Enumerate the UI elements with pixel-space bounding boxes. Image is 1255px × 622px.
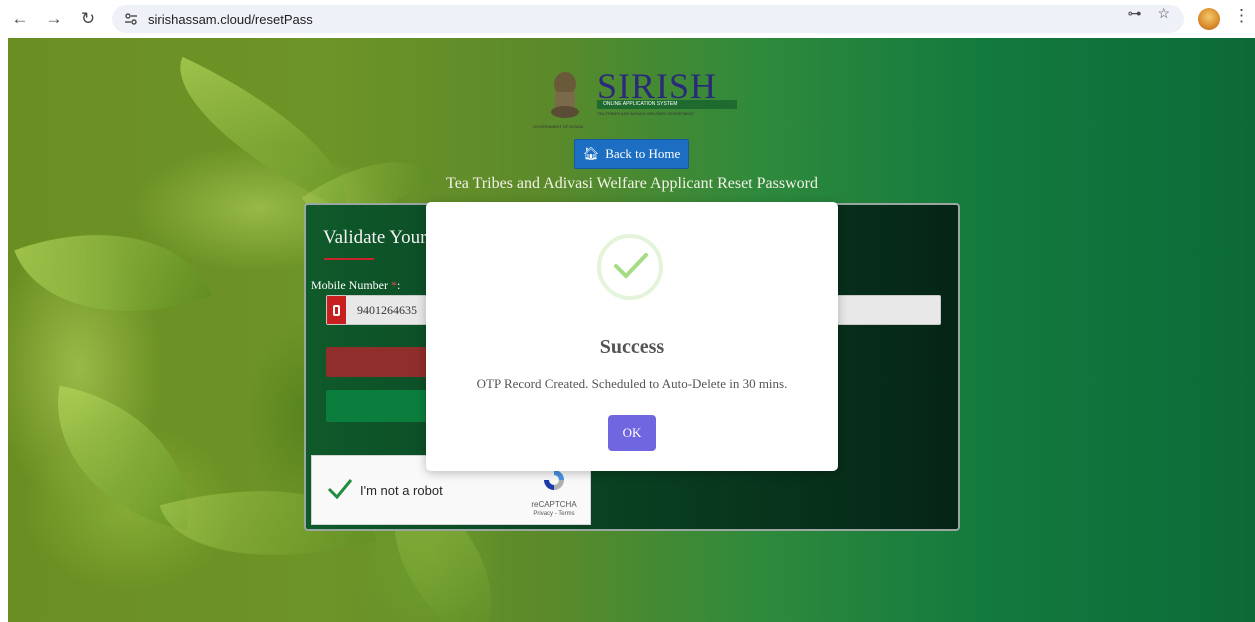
home-icon: 🏠︎ — [582, 146, 600, 161]
address-bar[interactable]: sirishassam.cloud/resetPass — [112, 5, 1184, 33]
dialog-title: Success — [599, 336, 665, 358]
success-check-icon — [597, 234, 663, 300]
recaptcha-brand: reCAPTCHA — [531, 500, 577, 509]
profile-avatar[interactable] — [1198, 8, 1220, 30]
more-menu-icon[interactable]: ⋮ — [1233, 6, 1250, 26]
phone-icon — [327, 296, 346, 324]
bookmark-star-icon[interactable]: ☆ — [1157, 5, 1170, 22]
site-info-icon[interactable] — [122, 10, 140, 28]
back-arrow-icon[interactable]: ← — [8, 7, 32, 31]
logo-department: TEA TRIBES AND ADIVASI WELFARE DEPARTMEN… — [597, 111, 695, 116]
ok-button[interactable]: OK — [608, 415, 656, 451]
browser-toolbar: ← → ↻ sirishassam.cloud/resetPass ⊶ ☆ ⋮ — [0, 0, 1255, 38]
forward-arrow-icon[interactable]: → — [42, 7, 66, 31]
mobile-label-text: Mobile Number — [311, 278, 388, 292]
logo-subtitle: ONLINE APPLICATION SYSTEM — [597, 100, 737, 109]
back-to-home-label: Back to Home — [605, 146, 681, 161]
national-emblem-icon — [551, 72, 579, 118]
dialog-message: OTP Record Created. Scheduled to Auto-De… — [476, 376, 788, 391]
logo-title: SIRISH — [597, 66, 718, 106]
card-title: Validate Your — [323, 227, 427, 248]
mobile-label-colon: : — [397, 278, 401, 292]
recaptcha-logo-icon — [544, 470, 564, 490]
title-underline — [324, 258, 374, 260]
success-dialog: Success OTP Record Created. Scheduled to… — [426, 202, 838, 471]
mobile-number-label: Mobile Number *: — [311, 278, 400, 293]
recaptcha-label: I'm not a robot — [360, 483, 443, 498]
sirish-logo: SIRISH ONLINE APPLICATION SYSTEM TEA TRI… — [533, 66, 737, 130]
password-key-icon[interactable]: ⊶ — [1127, 5, 1141, 22]
logo-government: GOVERNMENT OF ASSAM — [533, 124, 584, 129]
reload-icon[interactable]: ↻ — [76, 7, 100, 31]
mobile-number-value[interactable]: 9401264635 — [357, 303, 417, 318]
checkmark-icon[interactable] — [326, 474, 354, 502]
back-to-home-button[interactable]: 🏠︎ Back to Home — [574, 139, 689, 169]
url-text[interactable]: sirishassam.cloud/resetPass — [148, 12, 313, 27]
recaptcha-links[interactable]: Privacy - Terms — [524, 511, 584, 517]
page-heading: Tea Tribes and Adivasi Welfare Applicant… — [446, 175, 818, 192]
